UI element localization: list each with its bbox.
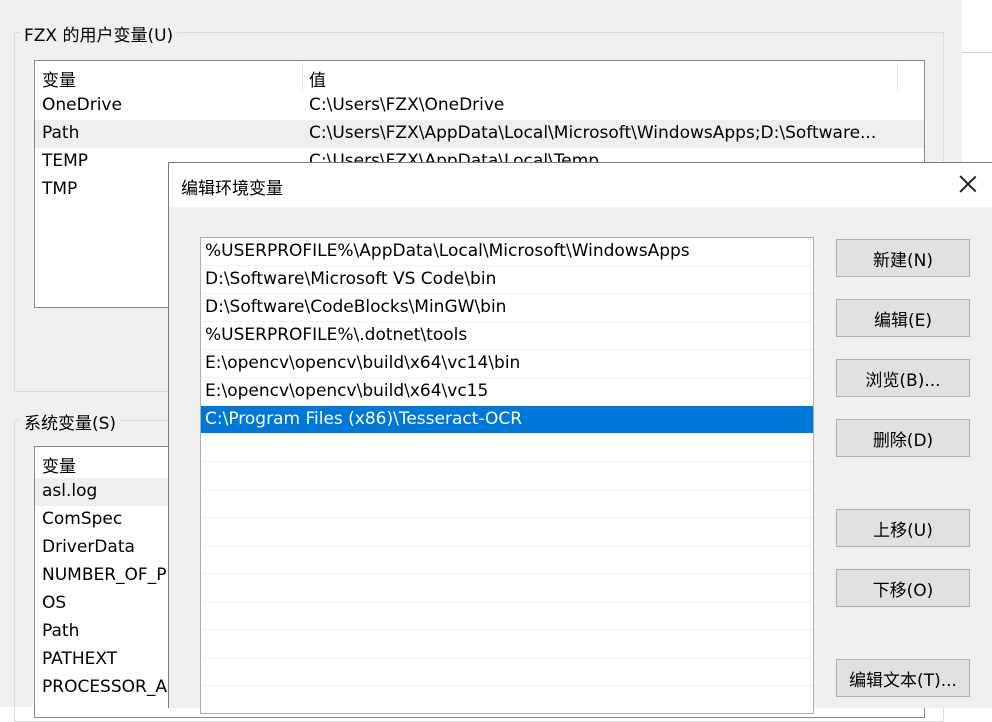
path-entry[interactable]: E:\opencv\opencv\build\x64\vc14\bin [201,350,813,378]
system-variables-title: 系统变量(S) [20,409,121,434]
empty-row[interactable] [201,658,813,686]
column-header-value[interactable]: 值 [309,66,326,91]
empty-row[interactable] [201,630,813,658]
dialog-title: 编辑环境变量 [181,179,283,199]
variable-name: PROCESSOR_A [42,677,167,697]
dialog-titlebar[interactable]: 编辑环境变量 [169,163,992,207]
user-variables-header: 变量 值 [35,61,924,91]
empty-row[interactable] [201,462,813,490]
empty-row[interactable] [201,434,813,462]
move-down-button[interactable]: 下移(O) [836,569,970,607]
path-entry-selected[interactable]: C:\Program Files (x86)\Tesseract-OCR [201,406,813,434]
path-entry-text: %USERPROFILE%\AppData\Local\Microsoft\Wi… [205,241,690,261]
path-entry[interactable]: E:\opencv\opencv\build\x64\vc15 [201,378,813,406]
variable-value: C:\Users\FZX\OneDrive [309,95,505,115]
variable-name: asl.log [42,481,98,501]
path-entry-text: %USERPROFILE%\.dotnet\tools [205,325,468,345]
column-separator[interactable] [302,61,303,91]
background-divider [962,52,992,53]
column-header-variable[interactable]: 变量 [42,66,76,91]
column-separator[interactable] [897,61,898,91]
variable-name: TMP [42,179,78,199]
user-variable-row[interactable]: Path C:\Users\FZX\AppData\Local\Microsof… [35,120,924,148]
path-entry-text: E:\opencv\opencv\build\x64\vc14\bin [205,353,521,373]
path-entry[interactable]: %USERPROFILE%\.dotnet\tools [201,322,813,350]
variable-name: ComSpec [42,509,123,529]
path-entry-text: D:\Software\CodeBlocks\MinGW\bin [205,297,507,317]
user-variable-row[interactable]: OneDrive C:\Users\FZX\OneDrive [35,92,924,120]
variable-name: Path [42,123,80,143]
edit-environment-variable-dialog: 编辑环境变量 %USERPROFILE%\AppData\Local\Micro… [168,162,992,714]
empty-row[interactable] [201,602,813,630]
edit-button[interactable]: 编辑(E) [836,299,970,337]
path-entry-text: D:\Software\Microsoft VS Code\bin [205,269,497,289]
delete-button[interactable]: 删除(D) [836,419,970,457]
new-button[interactable]: 新建(N) [836,239,970,277]
empty-row[interactable] [201,490,813,518]
variable-name: OneDrive [42,95,122,115]
column-header-variable[interactable]: 变量 [42,452,76,477]
path-entry[interactable]: D:\Software\CodeBlocks\MinGW\bin [201,294,813,322]
variable-name: Path [42,621,80,641]
user-variables-title: FZX 的用户变量(U) [20,21,178,46]
variable-name: TEMP [42,151,89,171]
variable-value: C:\Users\FZX\AppData\Local\Microsoft\Win… [309,123,877,143]
empty-row[interactable] [201,518,813,546]
variable-name: PATHEXT [42,649,118,669]
variable-name: OS [42,593,67,613]
empty-row[interactable] [201,574,813,602]
edit-text-button[interactable]: 编辑文本(T)... [836,659,970,697]
path-entry[interactable]: %USERPROFILE%\AppData\Local\Microsoft\Wi… [201,238,813,266]
path-entry[interactable]: D:\Software\Microsoft VS Code\bin [201,266,813,294]
variable-name: NUMBER_OF_P [42,565,167,585]
path-entry-text: E:\opencv\opencv\build\x64\vc15 [205,381,489,401]
path-entry-text: C:\Program Files (x86)\Tesseract-OCR [205,409,523,429]
empty-row[interactable] [201,686,813,713]
path-entries-list[interactable]: %USERPROFILE%\AppData\Local\Microsoft\Wi… [200,237,814,714]
close-icon[interactable] [955,171,981,197]
browse-button[interactable]: 浏览(B)... [836,359,970,397]
move-up-button[interactable]: 上移(U) [836,509,970,547]
variable-name: DriverData [42,537,135,557]
empty-row[interactable] [201,546,813,574]
